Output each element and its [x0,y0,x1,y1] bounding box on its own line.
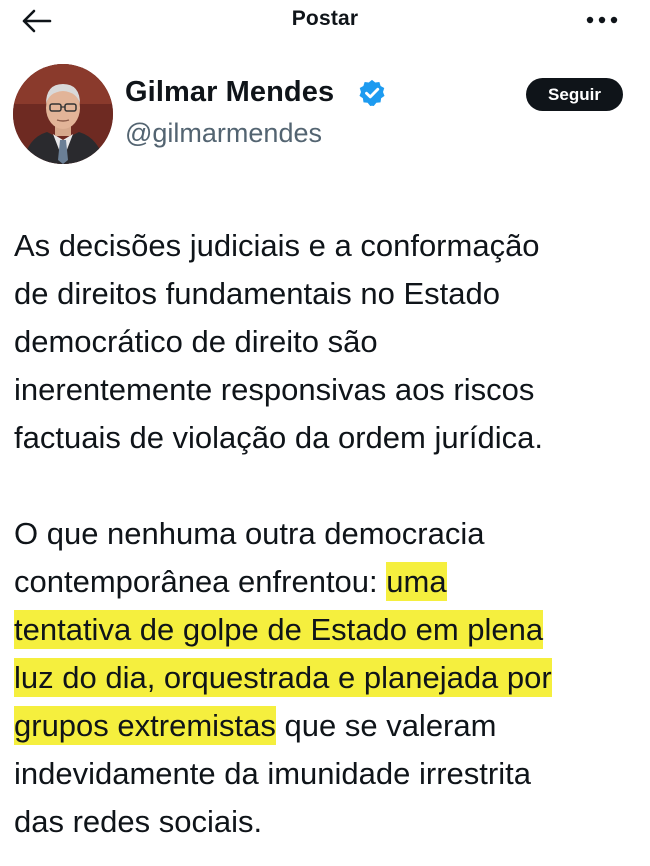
highlighted-text: grupos extremistas [14,706,276,745]
text-line: O que nenhuma outra democracia [14,516,485,551]
text-line: tentativa de golpe de Estado em plena [14,606,642,654]
more-options-button[interactable] [584,10,620,30]
post-paragraph-1: As decisões judiciais e a conformação de… [14,222,642,462]
avatar[interactable] [13,64,113,164]
text-line: de direitos fundamentais no Estado [14,276,500,311]
verified-badge-icon [359,79,385,106]
highlighted-text: tentativa de golpe de Estado em plena [14,610,544,649]
more-horizontal-icon [586,16,618,24]
text-segment: contemporânea enfrentou: [14,564,387,599]
highlighted-text: luz do dia, orquestrada e planejada por [14,658,552,697]
author-name[interactable]: Gilmar Mendes [125,76,334,109]
text-line: inerentemente responsivas aos riscos [14,372,535,407]
post-screen: Postar Gilmar Mendes @gilmarmendes Segui… [0,0,650,866]
post-paragraph-2: O que nenhuma outra democracia contempor… [14,510,642,846]
text-line: indevidamente da imunidade irrestrita [14,756,531,791]
text-line: luz do dia, orquestrada e planejada por [14,654,642,702]
highlighted-text: uma [386,562,447,601]
text-line: factuais de violação da ordem jurídica. [14,420,544,455]
author-handle[interactable]: @gilmarmendes [125,118,322,149]
top-bar: Postar [0,0,650,42]
text-line: democrático de direito são [14,324,378,359]
page-title: Postar [291,7,359,30]
text-line: contemporânea enfrentou: uma [14,558,642,606]
follow-button[interactable]: Seguir [526,78,623,111]
post-text: As decisões judiciais e a conformação de… [14,222,642,846]
text-line: As decisões judiciais e a conformação [14,228,540,263]
text-segment: que se valeram [275,708,497,743]
text-line: das redes sociais. [14,804,263,839]
text-line: grupos extremistas que se valeram [14,702,642,750]
